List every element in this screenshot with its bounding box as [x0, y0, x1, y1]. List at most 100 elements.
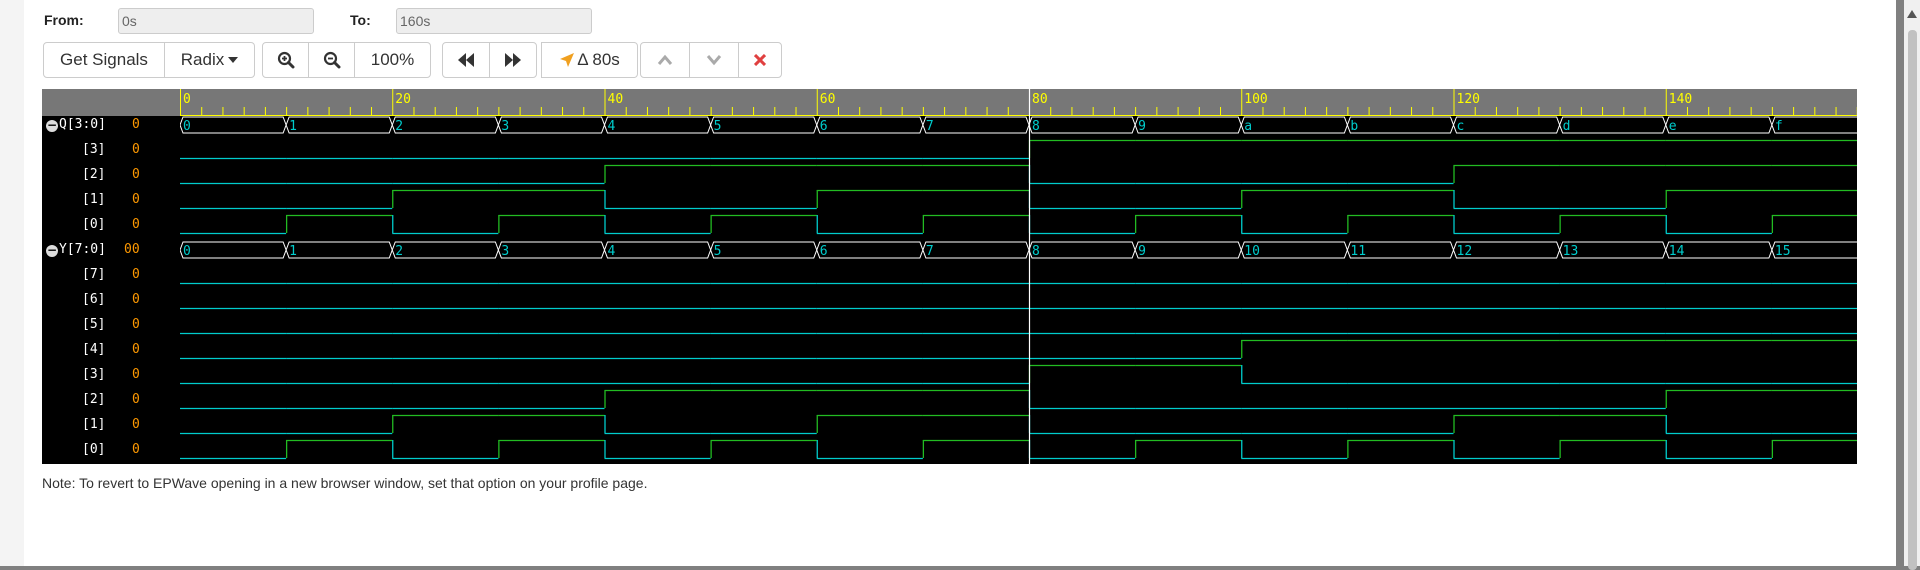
signal-name-text: [1]: [82, 192, 106, 207]
to-time-input[interactable]: [396, 8, 592, 34]
signal-current-value: 0: [132, 117, 140, 132]
radix-dropdown-button[interactable]: Radix: [164, 42, 255, 78]
bus-segment: [1665, 116, 1773, 134]
page-scrollbar[interactable]: [1904, 0, 1920, 570]
zoom-in-icon: [277, 51, 294, 69]
ruler-tick-label: 60: [820, 92, 836, 107]
zoom-in-button[interactable]: [262, 42, 309, 78]
bus-segment: [1240, 116, 1348, 134]
signal-name-text: [4]: [82, 342, 106, 357]
bus-signal-name[interactable]: − Q[3:0]: [46, 117, 106, 133]
bit-signal-name[interactable]: [0]: [82, 442, 105, 458]
bus-segment-value: a: [1244, 119, 1252, 134]
radix-label: Radix: [180, 50, 225, 69]
ruler-tick-label: 80: [1032, 92, 1048, 107]
from-time-input[interactable]: [118, 8, 314, 34]
zoom-out-icon: [323, 51, 340, 69]
bus-segment-value: e: [1669, 119, 1677, 134]
bus-segment: [1346, 116, 1455, 134]
next-edge-button[interactable]: [489, 42, 537, 78]
bus-segment: [497, 116, 606, 134]
location-arrow-icon: [560, 53, 575, 67]
bit-signal-name[interactable]: [5]: [82, 317, 105, 333]
scroll-up-arrow-icon[interactable]: [1907, 10, 1917, 18]
bit-signal-name[interactable]: [3]: [82, 367, 105, 383]
ruler-tick-label: 120: [1457, 92, 1480, 107]
waveform-viewer[interactable]: − Q[3:0] 0 [3] 0 [2] 0 [1] 0 [0] 0− Y[7:0] 00 [7] 0 [6]…: [42, 89, 1857, 464]
close-icon: [754, 54, 766, 66]
signal-name-text: [1]: [82, 417, 106, 432]
bit-signal-name[interactable]: [6]: [82, 292, 105, 308]
collapse-minus-icon[interactable]: −: [46, 244, 58, 257]
bit-signal-name[interactable]: [4]: [82, 342, 105, 358]
bus-segment: [1559, 116, 1667, 134]
bus-segment-value: d: [1563, 119, 1571, 134]
bus-segment-value: f: [1775, 119, 1783, 134]
bus-segment-value: 0: [183, 119, 191, 134]
bit-signal-name[interactable]: [7]: [82, 267, 105, 283]
bus-segment-value: c: [1457, 119, 1465, 134]
get-signals-button[interactable]: Get Signals: [43, 42, 165, 78]
bus-segment-value: 0: [183, 244, 191, 259]
signal-name-text: [3]: [82, 367, 106, 382]
signal-current-value: 0: [132, 267, 140, 282]
bit-signal-name[interactable]: [3]: [82, 142, 105, 158]
signal-current-value: 0: [132, 442, 140, 457]
signal-current-value: 0: [132, 142, 140, 157]
bus-segment: [922, 116, 1030, 134]
bus-segment: [1134, 116, 1242, 134]
bus-segment: [1028, 241, 1136, 259]
bus-segment-value: 8: [1032, 119, 1040, 134]
bus-segment: [710, 116, 818, 134]
bit-signal-name[interactable]: [2]: [82, 167, 105, 183]
zoom-out-button[interactable]: [308, 42, 355, 78]
signal-name-text: [6]: [82, 292, 106, 307]
bus-segment: [1028, 116, 1136, 134]
bus-signal-name[interactable]: − Y[7:0]: [46, 242, 106, 258]
bit-signal-name[interactable]: [1]: [82, 417, 105, 433]
backward-icon: [458, 53, 474, 67]
bus-segment: [285, 241, 393, 259]
signal-name-text: [7]: [82, 267, 106, 282]
signal-current-value: 0: [132, 192, 140, 207]
bus-segment-value: 6: [820, 119, 828, 134]
bus-segment: [816, 116, 924, 134]
cursor-delta-button[interactable]: Δ 80s: [541, 42, 638, 78]
bus-segment-value: 4: [608, 244, 616, 259]
bus-segment-value: 7: [926, 119, 934, 134]
previous-edge-button[interactable]: [442, 42, 490, 78]
from-label: From:: [44, 12, 84, 28]
signal-name-text: [2]: [82, 392, 106, 407]
bus-segment: [603, 241, 712, 259]
bus-segment: [391, 241, 499, 259]
marker-down-button[interactable]: [689, 42, 739, 78]
waveform-canvas[interactable]: 0 20 40 60 80 100 120 1400 1 2 3 4 5 6 7 8 9 a b c d e f0 1 2 3 4 5…: [180, 89, 1857, 464]
bus-segment-value: 15: [1775, 244, 1791, 259]
bus-segment: [603, 116, 712, 134]
signal-name-text: Q[3:0]: [59, 117, 106, 132]
navigation-button-group: [442, 42, 537, 78]
to-label: To:: [350, 12, 371, 28]
bus-segment-value: 9: [1138, 244, 1146, 259]
bus-segment: [710, 241, 818, 259]
bus-segment-value: 3: [501, 244, 509, 259]
clear-marker-button[interactable]: [738, 42, 782, 78]
collapse-minus-icon[interactable]: −: [46, 119, 58, 132]
zoom-level-button[interactable]: 100%: [354, 42, 431, 78]
bit-signal-name[interactable]: [0]: [82, 217, 105, 233]
signal-current-value: 0: [132, 342, 140, 357]
signal-current-value: 0: [132, 292, 140, 307]
epwave-dialog: From: To: Get Signals Radix 100%: [24, 0, 1896, 566]
signal-current-value: 0: [132, 167, 140, 182]
scroll-thumb[interactable]: [1908, 30, 1917, 570]
bit-signal-name[interactable]: [1]: [82, 192, 105, 208]
marker-up-button[interactable]: [640, 42, 690, 78]
signals-button-group: Get Signals Radix: [43, 42, 255, 78]
bus-segment: [497, 241, 606, 259]
zoom-button-group: 100%: [262, 42, 431, 78]
bus-segment-value: 12: [1457, 244, 1473, 259]
signal-current-value: 0: [132, 392, 140, 407]
chevron-up-icon: [657, 54, 673, 65]
bit-signal-name[interactable]: [2]: [82, 392, 105, 408]
footer-note: Note: To revert to EPWave opening in a n…: [42, 475, 648, 491]
